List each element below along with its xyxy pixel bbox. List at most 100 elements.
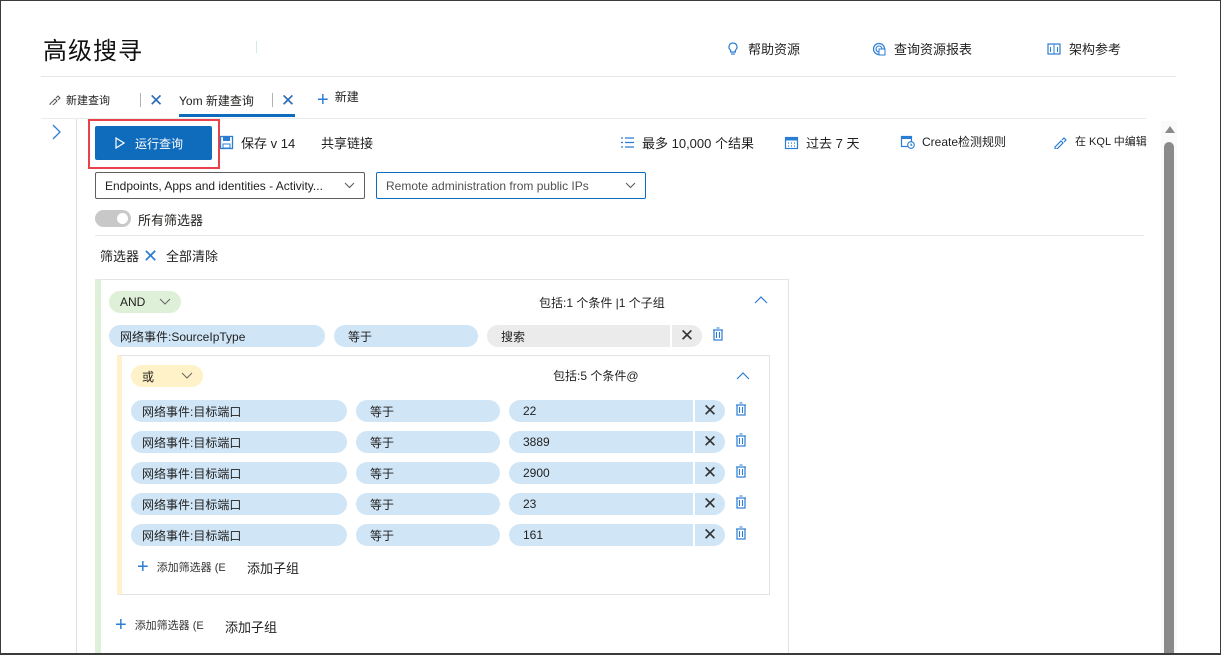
close-tab-icon[interactable]: ✕: [149, 92, 163, 109]
all-filters-toggle[interactable]: [95, 210, 131, 227]
trash-icon[interactable]: [735, 402, 747, 416]
chevron-right-icon[interactable]: [49, 123, 65, 141]
condition-value-input[interactable]: 161 ✕: [509, 524, 725, 546]
tab-separator: [140, 93, 141, 107]
trash-icon[interactable]: [712, 327, 724, 341]
clear-value-icon[interactable]: ✕: [693, 462, 725, 484]
tab-new-query-label: 新建查询: [66, 95, 110, 107]
condition-operator-select[interactable]: 等于: [334, 325, 478, 347]
outer-add-subgroup-button[interactable]: 添加子组: [225, 617, 277, 636]
scroll-up-arrow[interactable]: [1165, 126, 1175, 133]
condition-operator-select[interactable]: 等于: [356, 524, 500, 546]
chevron-up-icon[interactable]: [754, 295, 768, 305]
trash-icon[interactable]: [735, 433, 747, 447]
query-template-select[interactable]: Remote administration from public IPs: [376, 172, 646, 199]
condition-value-input[interactable]: 3889 ✕: [509, 431, 725, 453]
or-operator-value: 或: [142, 369, 155, 384]
help-resources-link[interactable]: 帮助资源: [726, 39, 800, 58]
text-cursor: [256, 41, 257, 53]
plus-icon: +: [137, 556, 149, 578]
condition-operator-value: 等于: [348, 329, 373, 344]
chevron-down-icon: [344, 182, 355, 189]
condition-operator-select[interactable]: 等于: [356, 493, 500, 515]
create-detection-rule-button[interactable]: Create检测规则: [900, 133, 1006, 150]
condition-field-select[interactable]: 网络事件:SourceIpType: [109, 325, 325, 347]
condition-value-input[interactable]: 23 ✕: [509, 493, 725, 515]
share-link-button[interactable]: 共享链接: [321, 133, 373, 152]
time-range-button[interactable]: 过去 7 天: [784, 133, 859, 152]
condition-field-select[interactable]: 网络事件:目标端口: [131, 462, 347, 484]
new-tab-button[interactable]: + 新建: [317, 87, 359, 113]
outer-add-filter-button[interactable]: + 添加筛选器 (E: [115, 615, 204, 635]
filters-label: 筛选器: [100, 249, 140, 264]
calendar-clock-icon: [900, 135, 915, 149]
condition-value: 161: [509, 524, 693, 546]
condition-value-input[interactable]: 搜索 ✕: [487, 325, 702, 347]
all-filters-label: 所有筛选器: [138, 213, 204, 228]
condition-field-value: 网络事件:目标端口: [142, 435, 242, 450]
chevron-down-icon: [625, 182, 636, 189]
page-title: 高级搜寻: [43, 38, 143, 65]
max-results-button[interactable]: 最多 10,000 个结果: [620, 133, 754, 152]
clear-value-icon[interactable]: ✕: [693, 493, 725, 515]
outer-add-filter-label: 添加筛选器 (E: [134, 620, 204, 632]
and-operator-select[interactable]: AND: [109, 291, 181, 313]
clear-all-button[interactable]: 全部清除: [166, 246, 218, 265]
chevron-up-icon[interactable]: [736, 371, 750, 381]
divider: [95, 235, 1144, 236]
save-button[interactable]: 保存 v 14: [219, 133, 295, 152]
clear-value-icon[interactable]: ✕: [693, 524, 725, 546]
query-resource-report-label: 查询资源报表: [894, 42, 973, 57]
edit-icon: [49, 95, 61, 105]
play-icon: [115, 137, 125, 149]
condition-field-value: 网络事件:目标端口: [142, 466, 242, 481]
condition-value: 22: [509, 400, 693, 422]
trash-icon[interactable]: [735, 464, 747, 478]
tab-new-query[interactable]: 新建查询 ✕: [49, 87, 163, 113]
condition-value-input[interactable]: 2900 ✕: [509, 462, 725, 484]
condition-operator-select[interactable]: 等于: [356, 400, 500, 422]
list-icon: [621, 137, 634, 148]
chevron-down-icon: [159, 298, 171, 305]
condition-field-select[interactable]: 网络事件:目标端口: [131, 524, 347, 546]
trash-icon[interactable]: [735, 526, 747, 540]
schema-select[interactable]: Endpoints, Apps and identities - Activit…: [95, 172, 365, 199]
new-tab-label: 新建: [334, 89, 359, 104]
tab-yom-new-query[interactable]: Yom 新建查询 ✕: [179, 87, 295, 113]
condition-operator-value: 等于: [370, 435, 395, 450]
condition-operator-value: 等于: [370, 497, 395, 512]
schema-reference-link[interactable]: 架构参考: [1047, 39, 1121, 58]
report-icon: [872, 42, 886, 55]
edit-icon: [1054, 136, 1067, 149]
schema-reference-label: 架构参考: [1069, 42, 1122, 57]
and-group-summary: 包括:1 个条件 |1 个子组: [539, 296, 665, 310]
condition-value: 23: [509, 493, 693, 515]
scrollbar-thumb[interactable]: [1164, 142, 1174, 653]
clear-value-icon[interactable]: ✕: [693, 400, 725, 422]
condition-field-value: 网络事件:目标端口: [142, 528, 242, 543]
inner-add-filter-button[interactable]: + 添加筛选器 (E: [137, 557, 226, 577]
run-query-button[interactable]: 运行查询: [95, 126, 212, 160]
clear-value-icon[interactable]: ✕: [670, 325, 702, 347]
or-operator-select[interactable]: 或: [131, 365, 203, 387]
condition-operator-select[interactable]: 等于: [356, 431, 500, 453]
trash-icon[interactable]: [735, 495, 747, 509]
clear-value-icon[interactable]: ✕: [693, 431, 725, 453]
help-resources-label: 帮助资源: [748, 42, 801, 57]
condition-field-select[interactable]: 网络事件:目标端口: [131, 493, 347, 515]
condition-field-select[interactable]: 网络事件:目标端口: [131, 431, 347, 453]
inner-add-subgroup-button[interactable]: 添加子组: [247, 558, 299, 577]
save-label: 保存 v 14: [241, 136, 296, 151]
condition-field-select[interactable]: 网络事件:目标端口: [131, 400, 347, 422]
condition-operator-value: 等于: [370, 528, 395, 543]
book-icon: [1047, 42, 1061, 55]
condition-operator-select[interactable]: 等于: [356, 462, 500, 484]
query-resource-report-link[interactable]: 查询资源报表: [872, 39, 972, 58]
edit-in-kql-button[interactable]: 在 KQL 中编辑: [1053, 133, 1147, 149]
query-template-placeholder: Remote administration from public IPs: [386, 178, 589, 193]
plus-icon: +: [317, 89, 329, 111]
clear-icon[interactable]: ✕: [143, 247, 158, 265]
condition-value-input[interactable]: 22 ✕: [509, 400, 725, 422]
and-operator-value: AND: [120, 295, 146, 309]
close-tab-icon[interactable]: ✕: [281, 92, 295, 109]
